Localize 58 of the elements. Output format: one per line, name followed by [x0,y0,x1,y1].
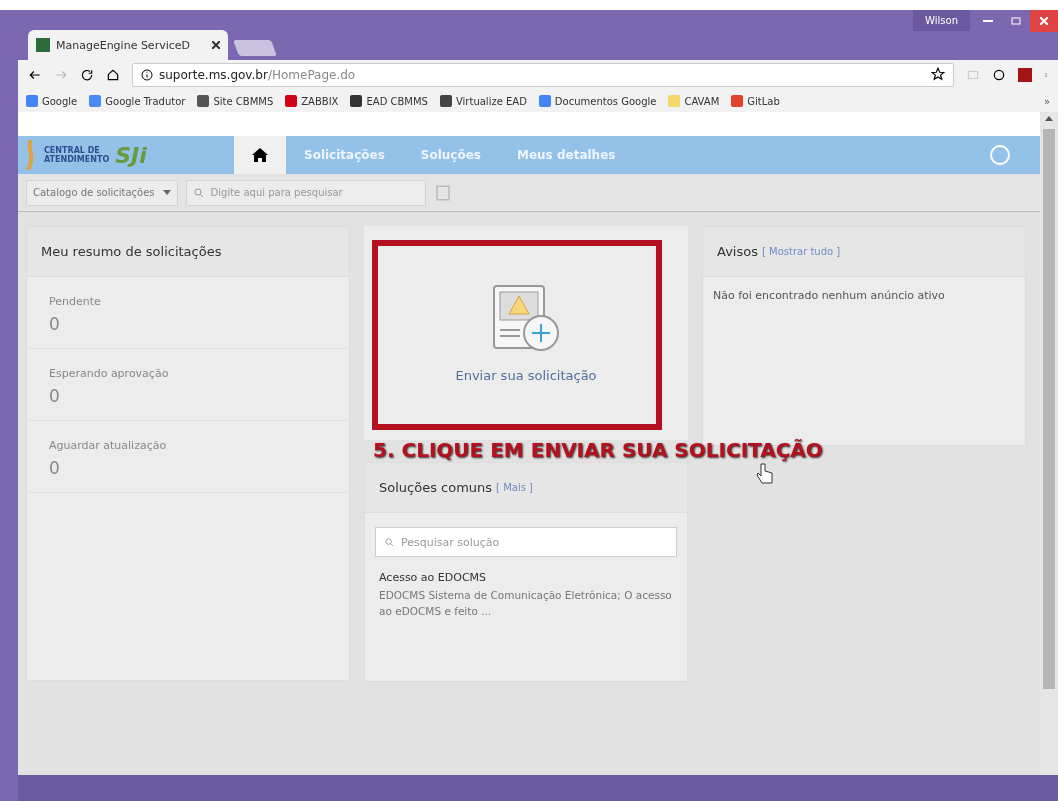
bookmark[interactable]: Site CBMMS [197,95,274,107]
home-icon [106,68,120,82]
new-tab-button[interactable] [233,40,277,56]
forward-icon [54,68,68,82]
hand-cursor-icon [756,463,774,485]
back-icon [28,68,42,82]
close-window-button[interactable] [1030,10,1058,32]
bookmark[interactable]: GitLab [731,95,780,107]
stat-count: 0 [49,458,61,478]
solution-description: EDOCMS Sistema de Comunicação Eletrônica; O acesso ao eDOCMS e feito ... [379,588,673,619]
star-icon [931,66,945,81]
panel-title: Meu resumo de solicitações [41,244,222,259]
bookmark[interactable]: Google [26,95,78,107]
instruction-caption: 5. CLIQUE EM ENVIAR SUA SOLICITAÇÃO [373,438,823,462]
more-bookmarks[interactable]: » [1043,95,1050,107]
app-logo-icon [36,38,50,52]
bookmark[interactable]: Documentos Google [538,95,657,107]
search-icon [384,536,395,548]
scrollbar-thumb[interactable] [1043,129,1055,689]
close-icon [1040,17,1048,25]
report-icon [433,183,452,202]
logo-text: CENTRAL DE ATENDIMENTO [44,146,110,164]
stat-count: 0 [49,314,61,334]
close-icon[interactable] [212,41,220,49]
bookmark[interactable]: EAD CBMMS [350,95,428,107]
reload-icon [80,68,94,82]
notice-message: Não foi encontrado nenhum anúncio ativo [712,288,946,304]
scroll-up-icon[interactable] [1045,116,1053,121]
address-bar[interactable]: suporte.ms.gov.br/HomePage.do [132,63,954,87]
bookmark[interactable]: CAVAM [668,95,720,107]
profile-name[interactable]: Wilson [913,10,970,31]
circle-icon [992,68,1006,82]
search-icon [192,186,205,199]
info-icon [141,69,153,81]
logo-mark: SJi [115,142,147,168]
minimize-icon [983,20,993,22]
stat-label: Pendente [49,295,102,308]
home-tab[interactable] [234,136,286,174]
stat-label: Aguardar atualização [49,439,168,452]
bookmark[interactable]: Virtualize EAD [439,95,527,107]
request-card[interactable]: Enviar sua solicitação [364,226,688,440]
maximize-icon [1011,17,1021,25]
url-host: suporte.ms.gov.br [159,68,268,82]
url-path: /HomePage.do [267,68,356,82]
home-icon [252,148,268,162]
solution-title[interactable]: Acesso ao EDOCMS [379,571,673,584]
submit-request-link[interactable]: Enviar sua solicitação [455,367,597,383]
stat-label: Esperando aprovação [49,367,170,380]
extension-icon [966,68,980,82]
stat-count: 0 [49,386,61,406]
bookmark[interactable]: ZABBIX [285,95,339,107]
caret-icon [162,190,171,195]
panel-title: Soluções comuns [379,480,493,495]
bookmark[interactable]: Google Tradutor [89,95,186,107]
tab-title: ManageEngine ServiceD [56,38,191,52]
panel-title: Avisos [717,244,758,259]
catalog-dropdown[interactable]: Catalogo de solicitações [26,179,178,206]
browser-tab[interactable]: ManageEngine ServiceD [28,30,228,60]
